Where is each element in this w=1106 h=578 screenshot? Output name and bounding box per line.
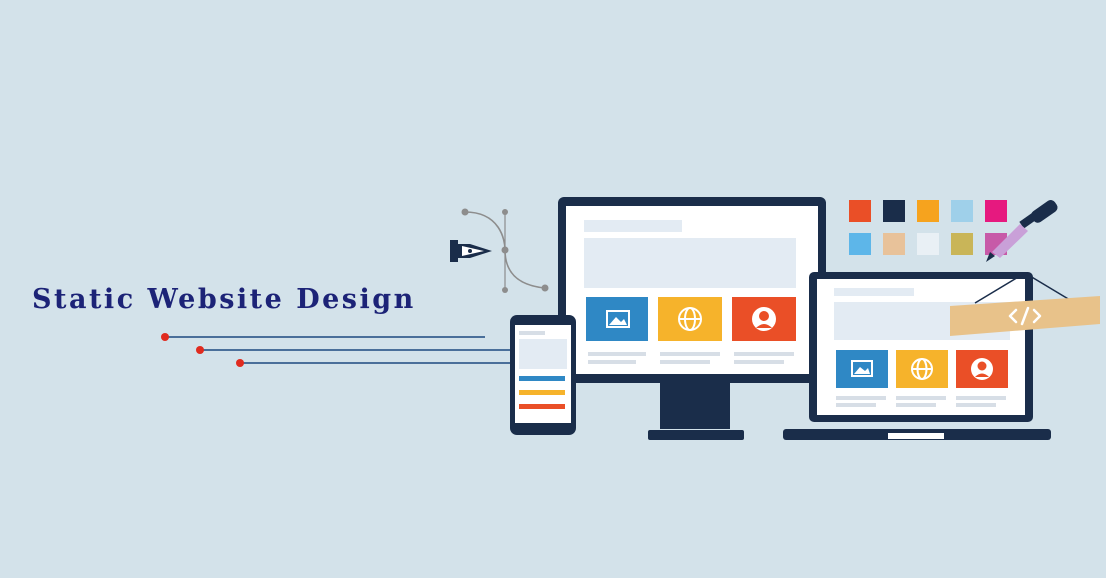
user-icon [971,358,993,380]
connector-dot [236,359,244,367]
connector-lines [161,333,512,367]
connector-dot [196,346,204,354]
user-icon [752,307,776,331]
smartphone [510,315,576,435]
pen-tool-icon [450,208,549,293]
laptop [783,272,1051,440]
desktop-monitor [558,197,826,440]
web-design-illustration [161,197,1100,440]
color-palette [849,200,1007,255]
connector-dot [161,333,169,341]
